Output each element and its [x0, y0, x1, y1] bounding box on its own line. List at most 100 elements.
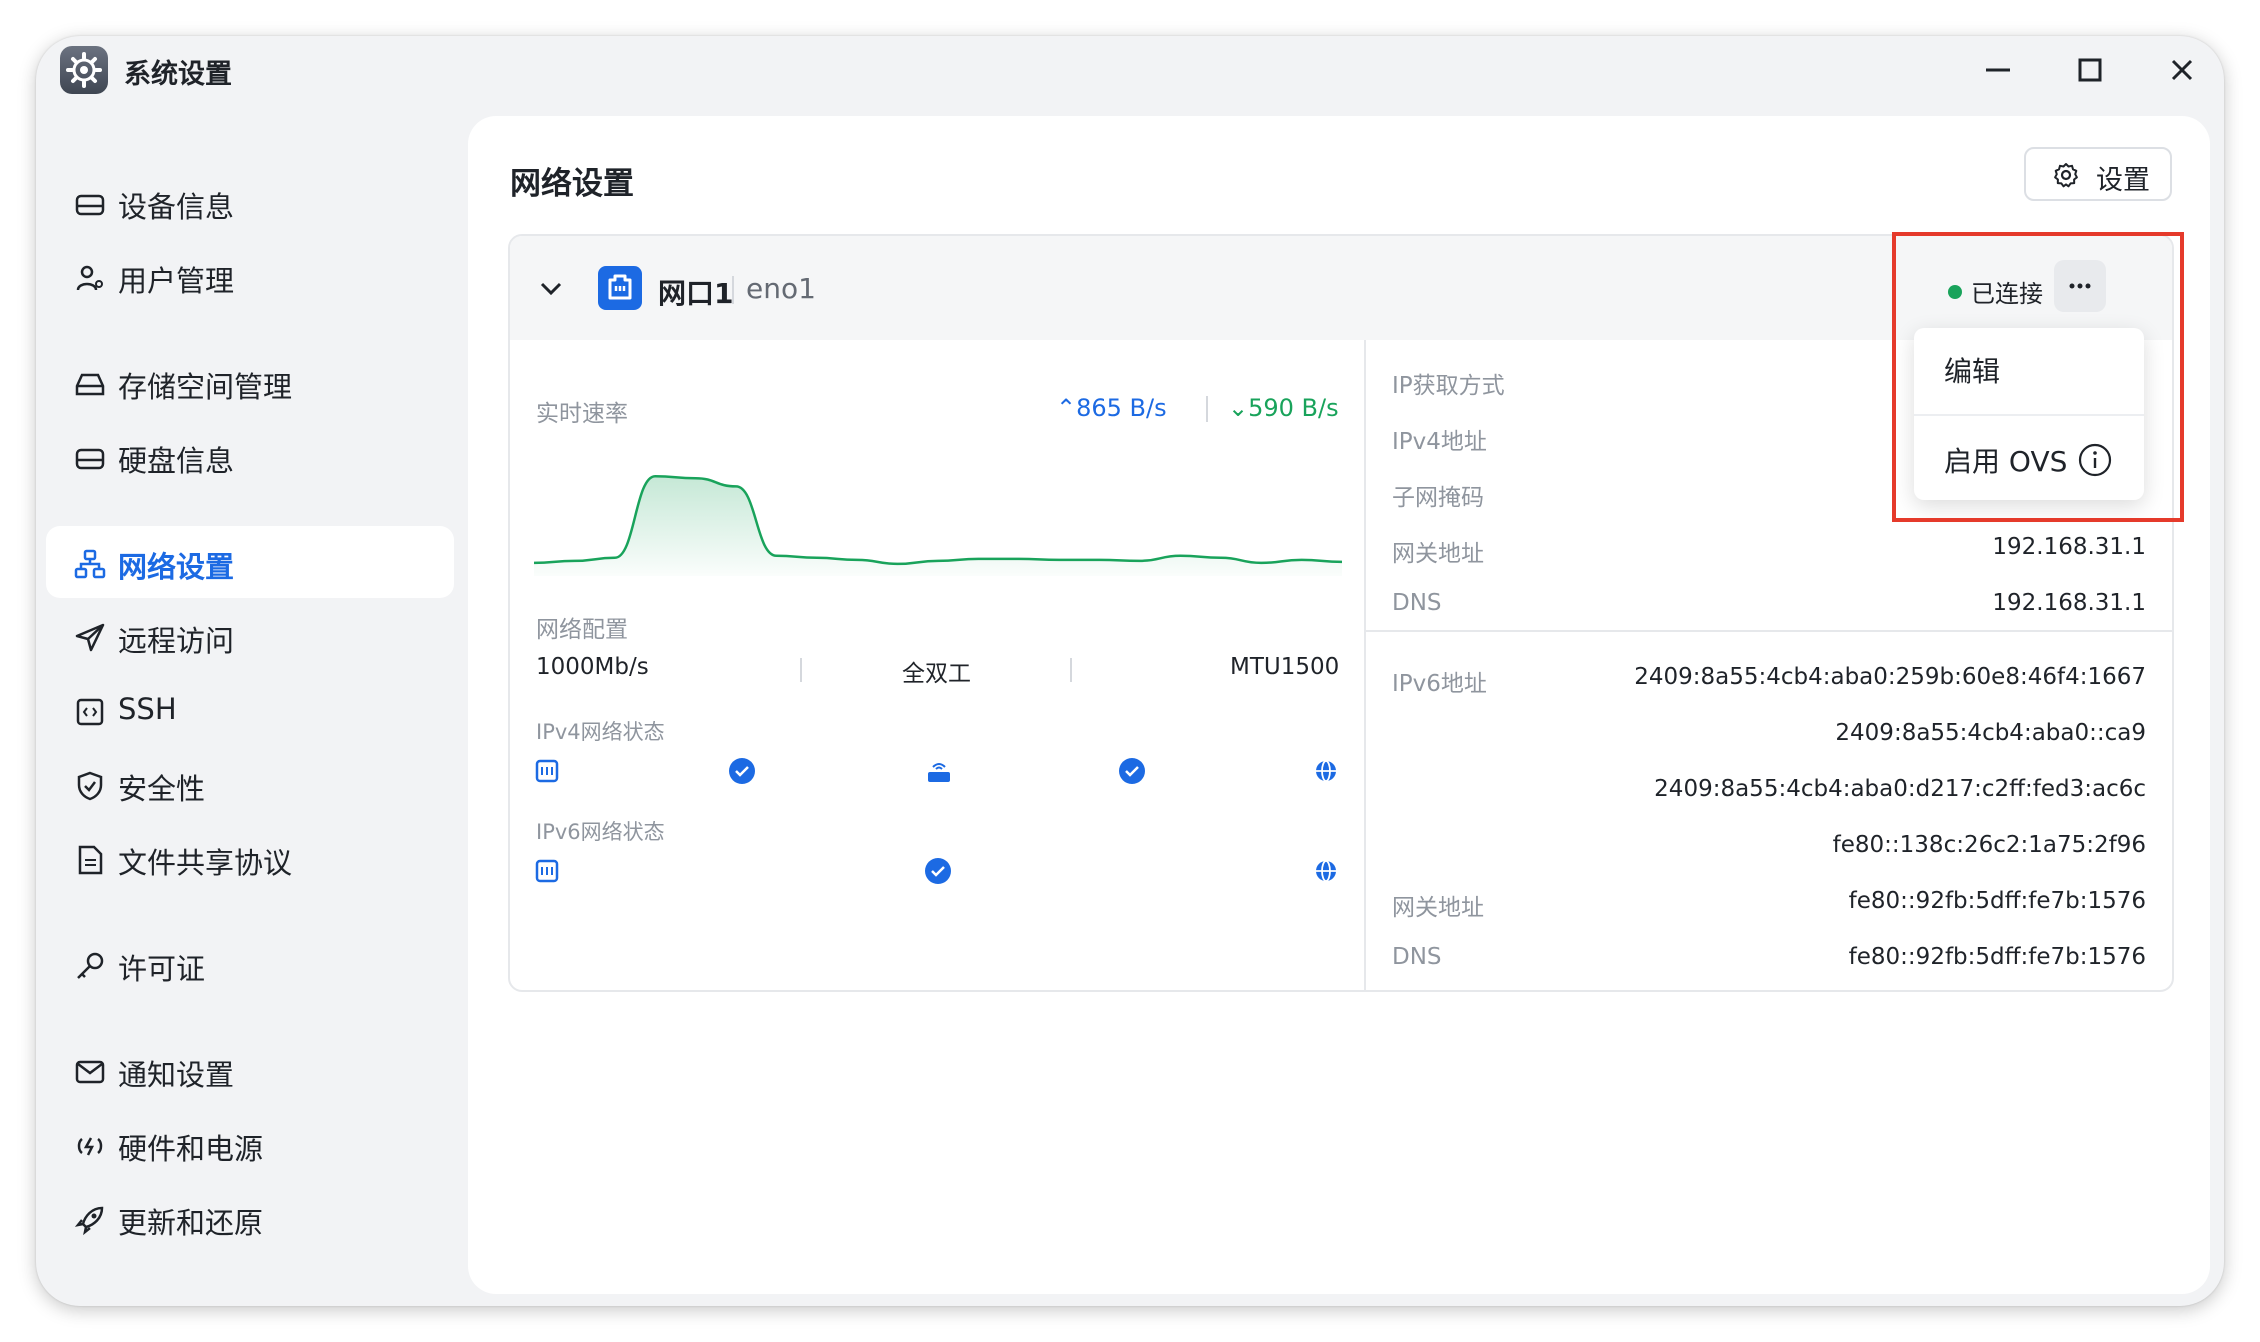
sidebar-item-label: 文件共享协议	[118, 846, 293, 880]
check-icon	[729, 758, 755, 784]
sidebar-item-label: 许可证	[118, 952, 206, 986]
ipv6-address-value: fe80::138c:26c2:1a75:2f96	[1832, 832, 2146, 858]
sidebar-item-file-sharing[interactable]: 文件共享协议	[46, 822, 454, 894]
ipv6-dns-value: fe80::92fb:5dff:fe7b:1576	[1848, 944, 2146, 970]
minimize-icon	[1986, 68, 2010, 72]
globe-icon	[1316, 760, 1336, 782]
link-speed: 1000Mb/s	[536, 654, 649, 680]
file-icon	[78, 845, 103, 875]
close-button[interactable]	[2162, 50, 2202, 90]
sidebar-item-label: 存储空间管理	[118, 370, 293, 404]
sidebar-item-label: 网络设置	[118, 550, 235, 584]
sidebar-item-label: 远程访问	[118, 624, 235, 658]
mtu: MTU1500	[1230, 654, 1340, 680]
sidebar-item-network[interactable]: 网络设置	[46, 526, 454, 598]
ipv4-status-track	[535, 758, 1336, 784]
sidebar-item-label: SSH	[118, 692, 177, 726]
sidebar-item-label: 硬盘信息	[118, 444, 235, 478]
maximize-button[interactable]	[2070, 50, 2110, 90]
router-icon	[928, 763, 950, 782]
ip-method-label: IP获取方式	[1392, 373, 1505, 399]
subnet-mask-label: 子网掩码	[1392, 485, 1484, 511]
sidebar-item-hardware-power[interactable]: 硬件和电源	[46, 1108, 454, 1180]
sidebar-item-label: 更新和还原	[118, 1206, 264, 1240]
divider	[1366, 630, 2172, 632]
sidebar-item-label: 用户管理	[118, 264, 235, 298]
sidebar-item-disk[interactable]: 硬盘信息	[46, 420, 454, 492]
shield-icon	[77, 771, 103, 801]
sidebar-item-license[interactable]: 许可证	[46, 928, 454, 1000]
ipv6-status-label: IPv6网络状态	[536, 820, 665, 844]
ipv6-address-label: IPv6地址	[1392, 671, 1487, 697]
divider	[800, 658, 802, 682]
sidebar-item-device-info[interactable]: 设备信息	[46, 166, 454, 238]
user-icon	[76, 265, 103, 291]
sidebar-item-ssh[interactable]: SSH	[46, 674, 454, 746]
sidebar-item-update-restore[interactable]: 更新和还原	[46, 1182, 454, 1254]
window-title: 系统设置	[124, 59, 232, 90]
sidebar-item-users[interactable]: 用户管理	[46, 240, 454, 312]
ipv6-gateway-value: fe80::92fb:5dff:fe7b:1576	[1848, 888, 2146, 914]
ipv4-address-label: IPv4地址	[1392, 429, 1487, 455]
ipv6-status-track	[535, 858, 1336, 884]
ssh-icon	[76, 698, 104, 726]
download-speed-value: 590 B/s	[1248, 394, 1339, 422]
ipv6-gateway-label: 网关地址	[1392, 895, 1484, 921]
title-bar: 系统设置	[36, 36, 2224, 122]
close-icon	[2171, 59, 2193, 81]
globe-icon	[1316, 860, 1336, 882]
upload-speed: ⌃865 B/s	[1056, 394, 1167, 422]
sidebar-item-storage[interactable]: 存储空间管理	[46, 346, 454, 418]
disk-icon	[75, 448, 105, 470]
network-icon	[74, 549, 106, 579]
sidebar-item-label: 安全性	[118, 772, 206, 806]
minimize-button[interactable]	[1978, 50, 2018, 90]
storage-icon	[75, 373, 105, 396]
ipv4-gateway-value: 192.168.31.1	[1992, 534, 2146, 560]
sidebar-item-label: 硬件和电源	[118, 1132, 264, 1166]
network-config-label: 网络配置	[536, 617, 628, 643]
sidebar-item-remote-access[interactable]: 远程访问	[46, 600, 454, 672]
upload-speed-value: 865 B/s	[1076, 394, 1167, 422]
arrow-up-icon: ⌃	[1056, 394, 1077, 422]
port-device: eno1	[746, 272, 816, 305]
chevron-down-icon[interactable]	[536, 276, 566, 300]
settings-button-label: 设置	[2096, 165, 2150, 196]
power-icon	[77, 1137, 103, 1156]
divider	[1364, 340, 1366, 990]
sidebar: 设备信息 用户管理 存储空间管理 硬盘信息 网络设置 远程访问 SSH 安全性	[36, 122, 476, 1306]
port-name: 网口1	[658, 277, 734, 310]
ipv4-status-label: IPv4网络状态	[536, 720, 665, 744]
ipv6-dns-label: DNS	[1392, 944, 1442, 970]
ipv6-address-value: 2409:8a55:4cb4:aba0::ca9	[1835, 720, 2146, 746]
divider	[1070, 658, 1072, 682]
check-icon	[1119, 758, 1145, 784]
device-icon	[75, 194, 105, 216]
arrow-down-icon: ⌄	[1228, 394, 1249, 422]
ipv4-dns-value: 192.168.31.1	[1992, 590, 2146, 616]
gear-icon	[60, 46, 108, 94]
realtime-speed-label: 实时速率	[536, 401, 628, 427]
rocket-icon	[74, 1206, 104, 1236]
ipv4-gateway-label: 网关地址	[1392, 541, 1484, 567]
sidebar-item-label: 通知设置	[118, 1058, 235, 1092]
divider	[1206, 396, 1208, 422]
page-title: 网络设置	[510, 166, 634, 202]
mail-icon	[75, 1060, 105, 1084]
divider	[732, 276, 734, 304]
ipv4-dns-label: DNS	[1392, 590, 1442, 616]
sidebar-item-security[interactable]: 安全性	[46, 748, 454, 820]
traffic-chart	[534, 474, 1342, 576]
send-icon	[75, 623, 105, 652]
settings-button[interactable]: 设置	[2024, 147, 2172, 201]
sidebar-item-apps[interactable]: 应用	[46, 1288, 454, 1306]
key-icon	[77, 952, 104, 979]
maximize-icon	[2078, 58, 2102, 82]
highlight-box	[1892, 232, 2184, 522]
download-speed: ⌄590 B/s	[1228, 394, 1339, 422]
sidebar-item-notifications[interactable]: 通知设置	[46, 1034, 454, 1106]
ipv6-address-value: 2409:8a55:4cb4:aba0:259b:60e8:46f4:1667	[1634, 664, 2146, 690]
ethernet-port-icon	[598, 266, 642, 310]
ipv6-address-value: 2409:8a55:4cb4:aba0:d217:c2ff:fed3:ac6c	[1654, 776, 2146, 802]
check-icon	[925, 858, 951, 884]
